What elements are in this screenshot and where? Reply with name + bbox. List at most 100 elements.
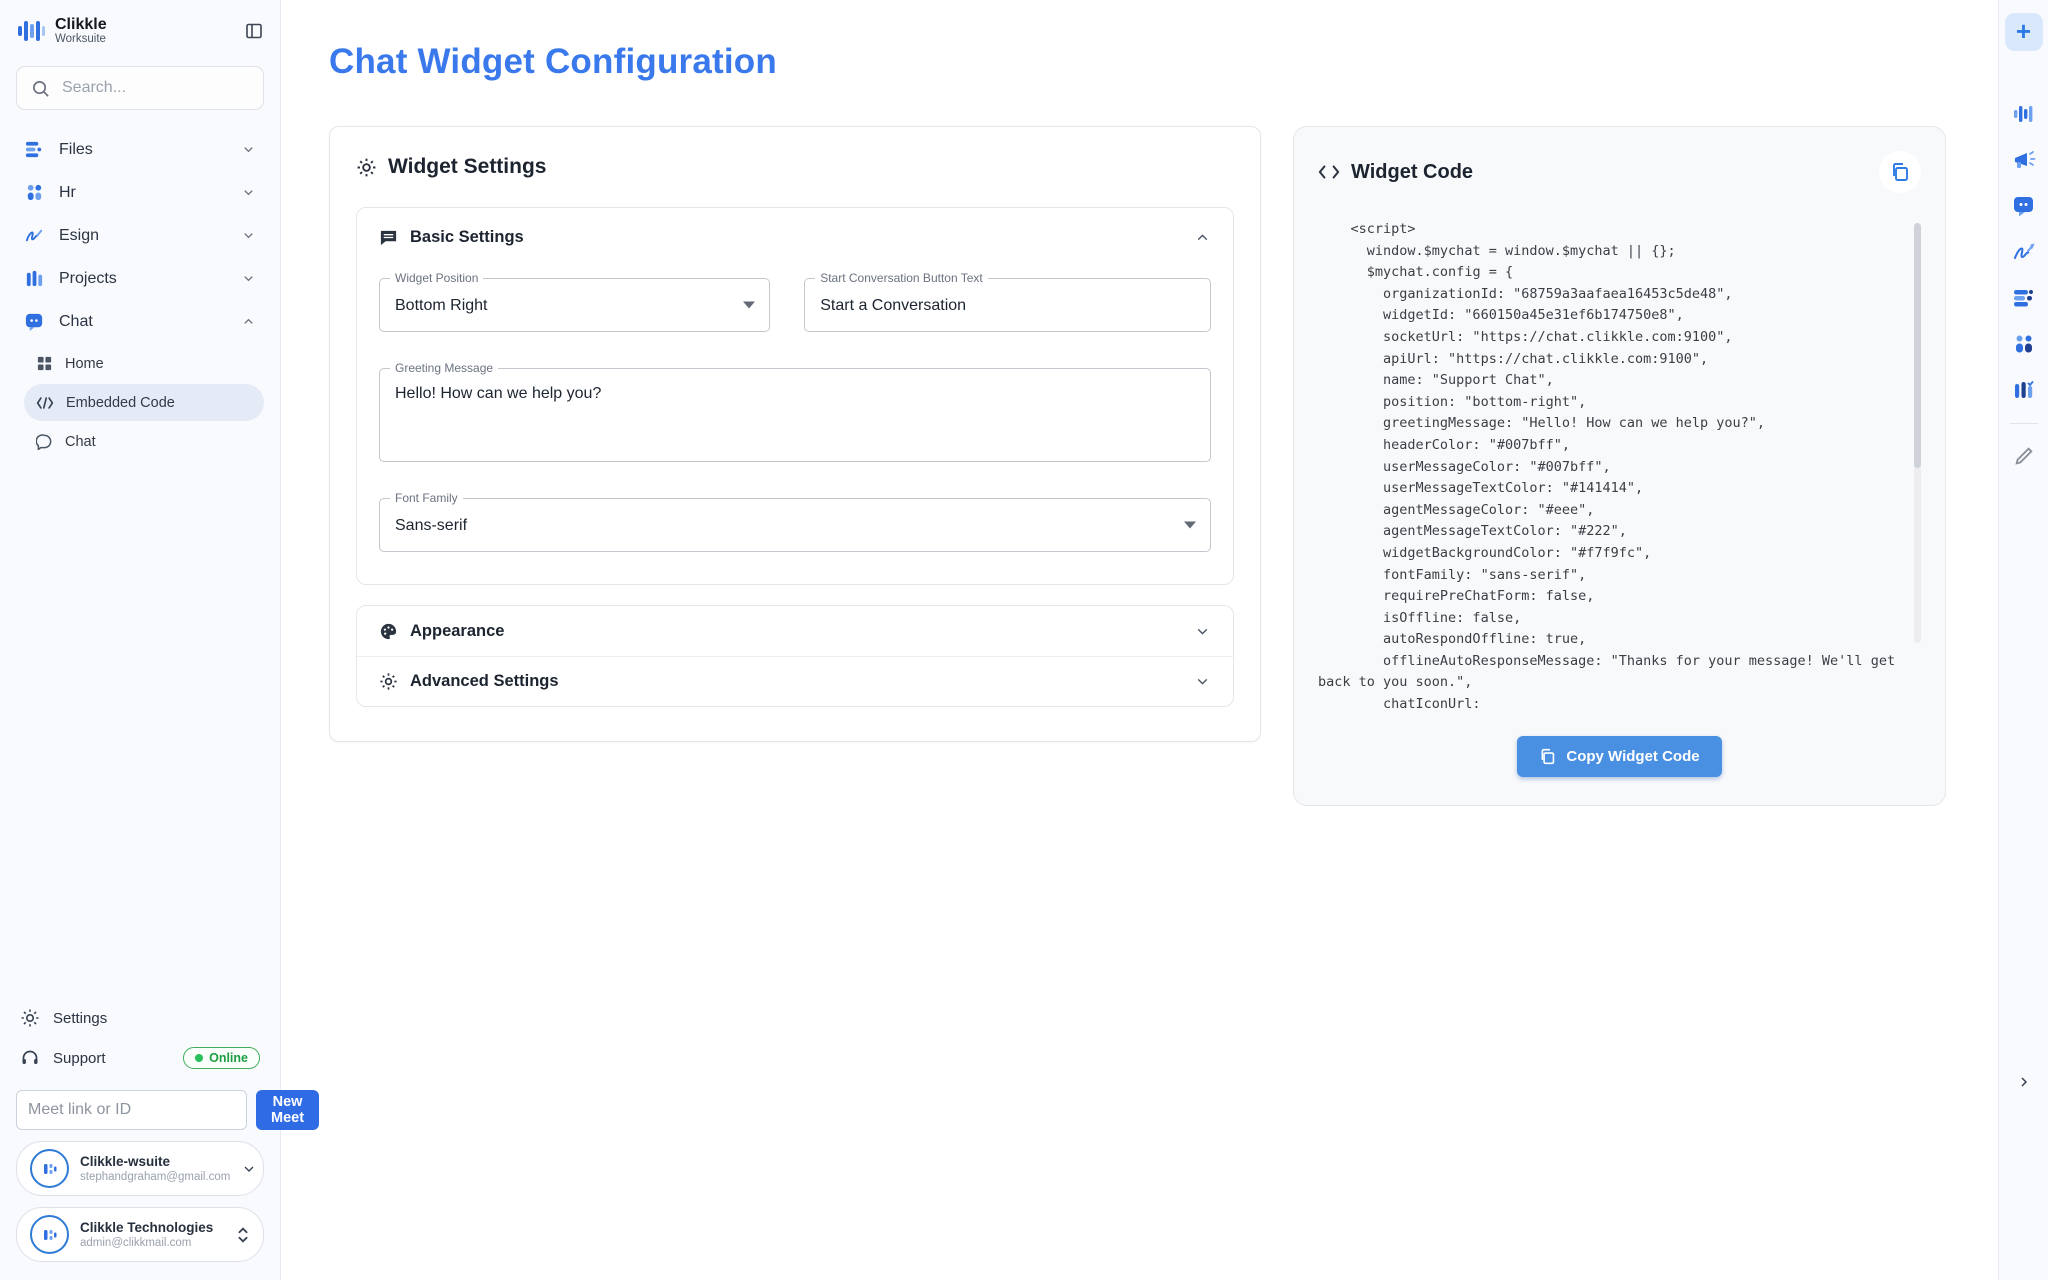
field-label: Font Family (390, 491, 463, 505)
edit-pencil-icon[interactable] (2013, 445, 2035, 467)
field-value: Start a Conversation (805, 279, 1210, 331)
subnav-item-chat[interactable]: Chat (24, 423, 264, 460)
gear-icon (356, 157, 377, 178)
sidebar-item-hr[interactable]: Hr (16, 171, 264, 214)
search-box[interactable] (16, 66, 264, 110)
chat-icon (24, 311, 45, 332)
basic-settings-accordion: Basic Settings Widget Position Bottom Ri… (356, 207, 1234, 585)
code-scrollbar-thumb[interactable] (1914, 223, 1921, 468)
support-item[interactable]: Support Online (16, 1038, 264, 1078)
headset-icon (20, 1048, 40, 1068)
account-name: Clikkle-wsuite (80, 1154, 230, 1169)
appearance-header[interactable]: Appearance (357, 606, 1233, 656)
rail-divider (2010, 423, 2038, 424)
files-app-icon[interactable] (2012, 286, 2036, 310)
sidebar-item-esign[interactable]: Esign (16, 214, 264, 257)
copy-button-label: Copy Widget Code (1566, 748, 1699, 765)
sidebar-item-files[interactable]: Files (16, 128, 264, 171)
projects-icon (24, 268, 45, 289)
main-content: Chat Widget Configuration Widget Setting… (281, 0, 1998, 1280)
subnav-item-embedded-code[interactable]: Embedded Code (24, 384, 264, 421)
basic-settings-header[interactable]: Basic Settings (357, 208, 1233, 266)
chevron-down-icon (241, 271, 256, 286)
sidebar-collapse-icon[interactable] (244, 21, 264, 41)
meet-row: New Meet (16, 1090, 264, 1130)
widget-code-snippet[interactable]: <script> window.$mychat = window.$mychat… (1318, 219, 1899, 716)
account-card-org[interactable]: Clikkle Technologies admin@clikkmail.com (16, 1207, 264, 1262)
sidebar: Clikkle Worksuite (0, 0, 281, 1280)
online-badge: Online (183, 1047, 260, 1069)
clikkle-bars-icon[interactable] (2012, 102, 2036, 126)
account-card-primary[interactable]: Clikkle-wsuite stephandgraham@gmail.com (16, 1141, 264, 1196)
megaphone-icon[interactable] (2012, 148, 2036, 172)
chat-bubble-icon (36, 433, 53, 450)
message-icon (379, 228, 398, 247)
greeting-message-field[interactable]: Greeting Message Hello! How can we help … (379, 368, 1211, 462)
avatar (30, 1149, 69, 1188)
chevron-right-icon[interactable] (2016, 1074, 2032, 1090)
hr-app-icon[interactable] (2012, 332, 2036, 356)
hr-icon (24, 182, 45, 203)
subnav-item-home[interactable]: Home (24, 345, 264, 382)
projects-app-icon[interactable] (2012, 378, 2036, 402)
code-area: <script> window.$mychat = window.$mychat… (1318, 219, 1921, 716)
search-input[interactable] (62, 79, 249, 97)
copy-widget-code-button[interactable]: Copy Widget Code (1517, 736, 1721, 777)
section-title: Appearance (410, 622, 504, 641)
widget-code-card: Widget Code <script> window.$mychat = wi… (1293, 126, 1946, 806)
widget-settings-card: Widget Settings Basic Settings (329, 126, 1261, 742)
sidebar-bottom: Settings Support Online New Meet (16, 998, 264, 1262)
logo[interactable]: Clikkle Worksuite (16, 16, 264, 46)
dropdown-arrow-icon (743, 302, 755, 309)
page-title: Chat Widget Configuration (329, 42, 1998, 82)
chevron-down-icon (241, 1161, 257, 1177)
subnav-item-label: Embedded Code (66, 395, 175, 411)
esign-app-icon[interactable] (2012, 240, 2036, 264)
sidebar-item-chat[interactable]: Chat (16, 300, 264, 343)
sidebar-item-label: Esign (59, 227, 99, 245)
chevron-down-icon (1194, 673, 1211, 690)
right-app-rail: + (1998, 0, 2048, 1280)
meet-link-input[interactable] (16, 1090, 247, 1130)
clikkle-logo-icon (16, 16, 46, 46)
field-label: Start Conversation Button Text (815, 271, 988, 285)
start-button-text-field[interactable]: Start Conversation Button Text Start a C… (804, 278, 1211, 332)
chevron-down-icon (241, 185, 256, 200)
font-family-select[interactable]: Font Family Sans-serif (379, 498, 1211, 552)
settings-label: Settings (53, 1010, 107, 1027)
suite-name: Worksuite (55, 33, 107, 45)
settings-item[interactable]: Settings (16, 998, 264, 1038)
add-app-button[interactable]: + (2005, 13, 2043, 51)
subnav-item-label: Chat (65, 434, 96, 450)
sidebar-item-label: Hr (59, 184, 76, 202)
files-icon (24, 139, 45, 160)
collapsed-accordions: Appearance Advanced Settings (356, 605, 1234, 707)
dropdown-arrow-icon (1184, 522, 1196, 529)
avatar (30, 1215, 69, 1254)
advanced-settings-header[interactable]: Advanced Settings (357, 656, 1233, 706)
unfold-icon (236, 1226, 250, 1244)
account-name: Clikkle Technologies (80, 1220, 213, 1235)
support-label: Support (53, 1050, 106, 1067)
online-dot-icon (195, 1054, 203, 1062)
widget-position-select[interactable]: Widget Position Bottom Right (379, 278, 770, 332)
copy-icon-button[interactable] (1879, 151, 1921, 193)
account-email: stephandgraham@gmail.com (80, 1171, 230, 1183)
account-email: admin@clikkmail.com (80, 1237, 213, 1249)
sidebar-item-label: Files (59, 141, 93, 159)
chevron-down-icon (241, 142, 256, 157)
code-card-title: Widget Code (1351, 161, 1473, 184)
sidebar-nav: Files Hr (16, 128, 264, 462)
sidebar-item-projects[interactable]: Projects (16, 257, 264, 300)
code-icon (36, 396, 54, 410)
brand-name: Clikkle (55, 17, 107, 34)
code-scrollbar[interactable] (1914, 223, 1921, 643)
copy-icon (1539, 748, 1556, 765)
code-brackets-icon (1318, 164, 1340, 180)
palette-icon (379, 622, 398, 641)
chat-app-icon[interactable] (2012, 194, 2036, 218)
esign-icon (24, 225, 45, 246)
gear-icon (379, 672, 398, 691)
section-title: Advanced Settings (410, 672, 559, 691)
chevron-up-icon (241, 314, 256, 329)
